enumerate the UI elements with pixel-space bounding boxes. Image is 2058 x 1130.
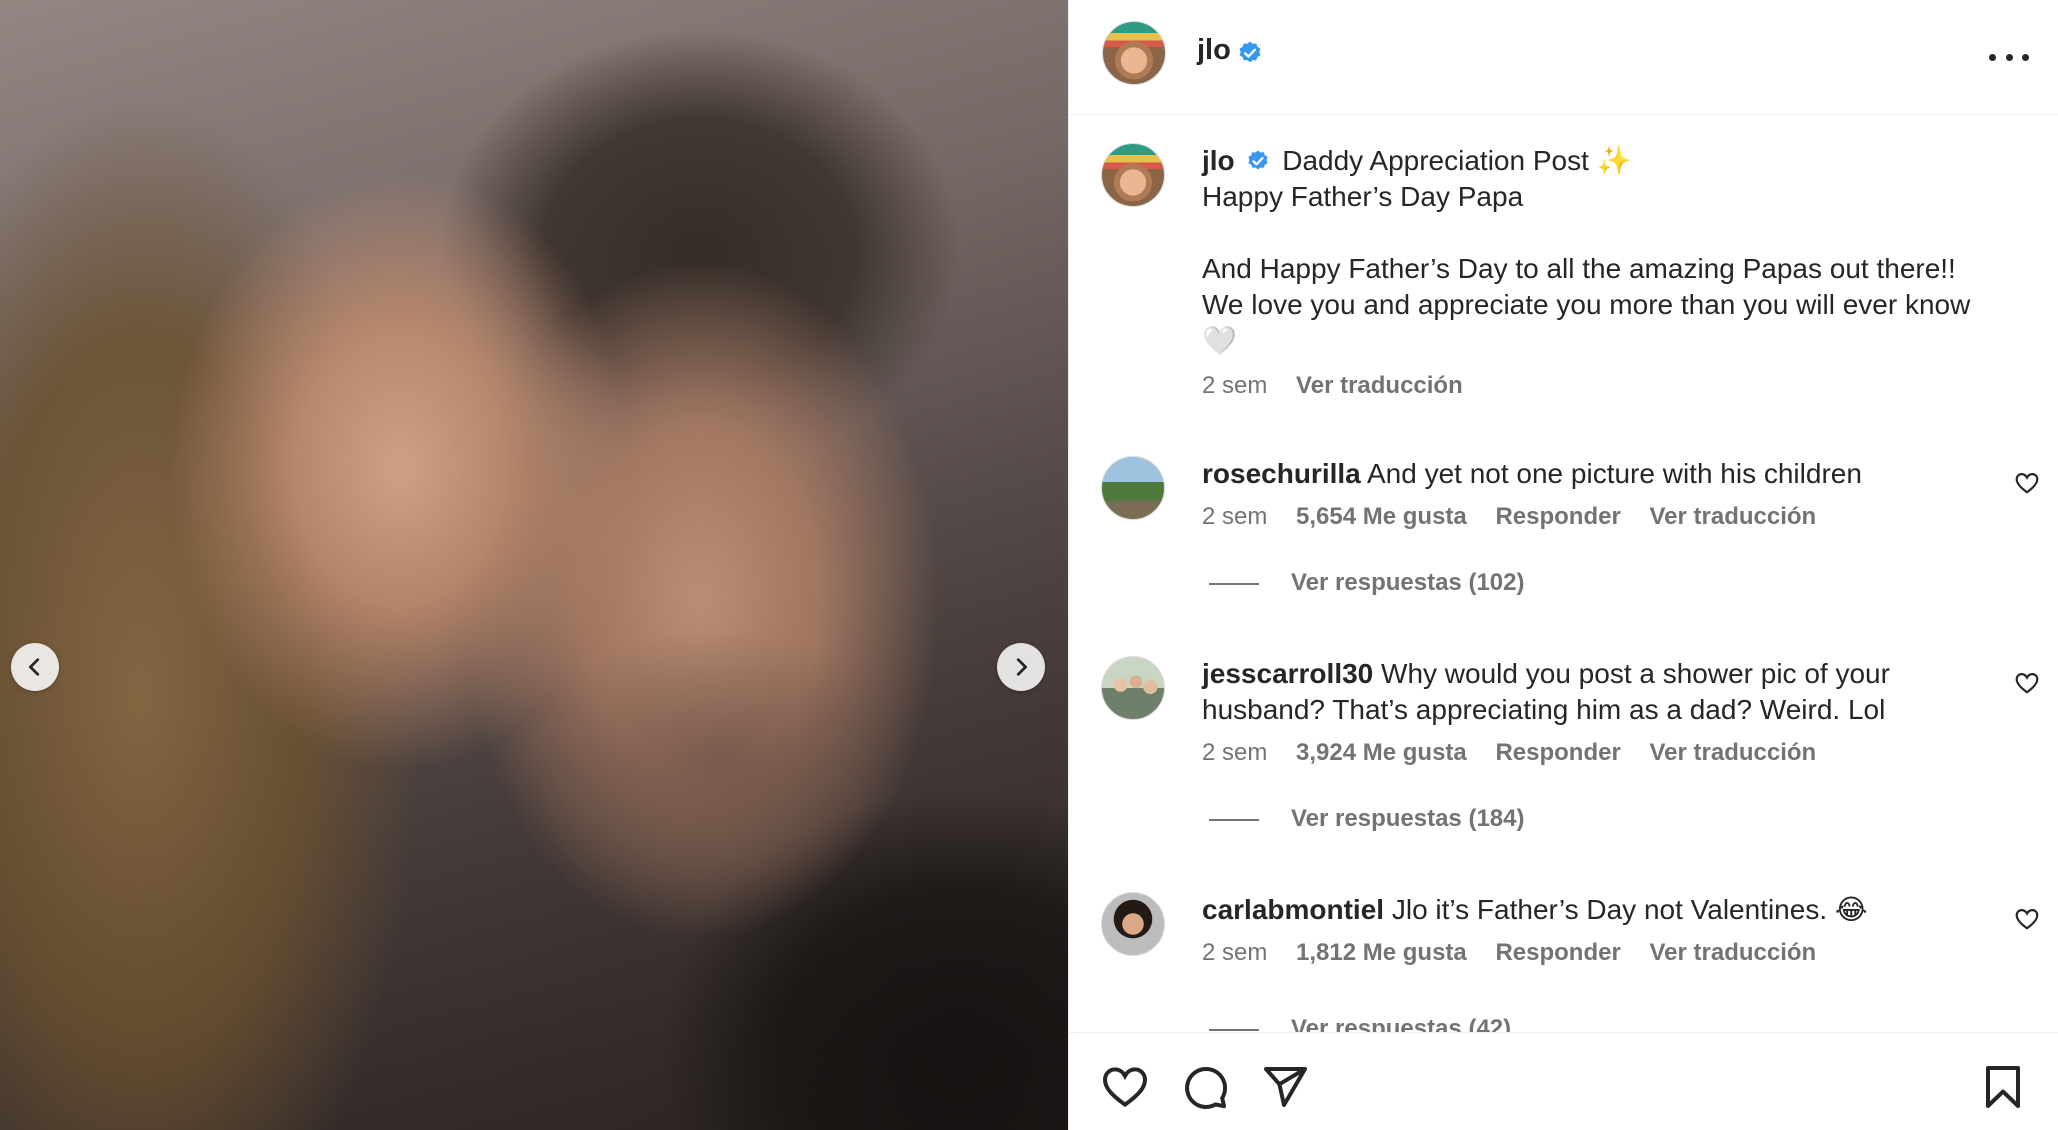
comment-time[interactable]: 2 sem [1202, 939, 1267, 966]
replies-divider [1209, 582, 1259, 585]
caption-line: Happy Father’s Day Papa [1202, 181, 1524, 212]
post-photo[interactable] [0, 0, 1068, 1130]
reply-button[interactable]: Responder [1495, 739, 1620, 766]
laughing-emoji: 😂 [1834, 894, 1868, 925]
reply-button[interactable]: Responder [1495, 939, 1620, 966]
verified-badge-icon [1248, 150, 1269, 170]
caption-text: jlo Daddy Appreciation Post ✨ Happy Fath… [1202, 143, 2002, 401]
author-username[interactable]: jlo [1197, 34, 1231, 67]
photo-overlay [0, 0, 1068, 1130]
comment-likes[interactable]: 3,924 Me gusta [1296, 739, 1467, 766]
view-replies-label[interactable]: Ver respuestas (42) [1291, 1015, 1511, 1032]
translate-link[interactable]: Ver traducción [1649, 503, 1816, 530]
next-photo-button[interactable] [997, 643, 1045, 691]
like-comment-heart-icon[interactable] [2014, 906, 2040, 932]
previous-photo-button[interactable] [11, 643, 59, 691]
post-sidebar: jlo jlo Daddy Appreciation Post ✨ Happy … [1068, 0, 2058, 1130]
post-header: jlo [1069, 0, 2058, 115]
view-replies-link[interactable]: Ver respuestas (42) [1209, 1015, 1511, 1032]
translate-link[interactable]: Ver traducción [1649, 739, 1816, 766]
comment-body: rosechurilla And yet not one picture wit… [1202, 456, 2002, 532]
commenter-username[interactable]: rosechurilla [1202, 458, 1361, 489]
sparkles-emoji: ✨ [1596, 145, 1632, 176]
comment-meta: 2 sem 1,812 Me gusta Responder Ver tradu… [1202, 938, 2002, 968]
replies-divider [1209, 1028, 1259, 1031]
commenter-avatar[interactable] [1101, 892, 1165, 956]
commenter-avatar[interactable] [1101, 456, 1165, 520]
reply-button[interactable]: Responder [1495, 503, 1620, 530]
comment-likes[interactable]: 5,654 Me gusta [1296, 503, 1467, 530]
heart-icon[interactable] [1101, 1063, 1149, 1111]
caption-title: Daddy Appreciation Post [1282, 145, 1589, 176]
caption-time[interactable]: 2 sem [1202, 372, 1267, 399]
caption-line: And Happy Father’s Day to all the amazin… [1202, 253, 1956, 284]
comment-meta: 2 sem 3,924 Me gusta Responder Ver tradu… [1202, 738, 1962, 768]
like-comment-heart-icon[interactable] [2014, 670, 2040, 696]
comment-text: Jlo it’s Father’s Day not Valentines. [1391, 894, 1828, 925]
caption-author-avatar[interactable] [1101, 143, 1165, 207]
view-replies-label[interactable]: Ver respuestas (102) [1291, 569, 1524, 596]
share-icon[interactable] [1261, 1063, 1309, 1111]
action-bar [1069, 1032, 2058, 1130]
like-comment-heart-icon[interactable] [2014, 470, 2040, 496]
comment-likes[interactable]: 1,812 Me gusta [1296, 939, 1467, 966]
caption-meta: 2 sem Ver traducción [1202, 371, 2002, 401]
comments-list: jlo Daddy Appreciation Post ✨ Happy Fath… [1069, 116, 2058, 1032]
view-replies-link[interactable]: Ver respuestas (184) [1209, 805, 1524, 833]
comment-body: carlabmontiel Jlo it’s Father’s Day not … [1202, 892, 2002, 968]
commenter-username[interactable]: jesscarroll30 [1202, 658, 1373, 689]
comment-body: jesscarroll30 Why would you post a showe… [1202, 656, 1962, 768]
caption-line: We love you and appreciate you more than… [1202, 289, 1971, 320]
comment-time[interactable]: 2 sem [1202, 739, 1267, 766]
more-options-icon[interactable] [1989, 42, 2029, 72]
commenter-avatar[interactable] [1101, 656, 1165, 720]
caption-username[interactable]: jlo [1202, 145, 1235, 176]
translate-link[interactable]: Ver traducción [1649, 939, 1816, 966]
replies-divider [1209, 818, 1259, 821]
comment-icon[interactable] [1181, 1063, 1229, 1111]
chevron-left-icon [29, 658, 40, 676]
author-avatar[interactable] [1102, 21, 1166, 85]
comment-text: And yet not one picture with his childre… [1366, 458, 1862, 489]
bookmark-icon[interactable] [1979, 1063, 2027, 1111]
comment-time[interactable]: 2 sem [1202, 503, 1267, 530]
comment-meta: 2 sem 5,654 Me gusta Responder Ver tradu… [1202, 502, 2002, 532]
verified-badge-icon [1239, 41, 1261, 63]
caption-translate-link[interactable]: Ver traducción [1296, 372, 1463, 399]
chevron-right-icon [1016, 658, 1027, 676]
white-heart-emoji: 🤍 [1202, 325, 1237, 356]
view-replies-label[interactable]: Ver respuestas (184) [1291, 805, 1524, 832]
view-replies-link[interactable]: Ver respuestas (102) [1209, 569, 1524, 597]
commenter-username[interactable]: carlabmontiel [1202, 894, 1384, 925]
